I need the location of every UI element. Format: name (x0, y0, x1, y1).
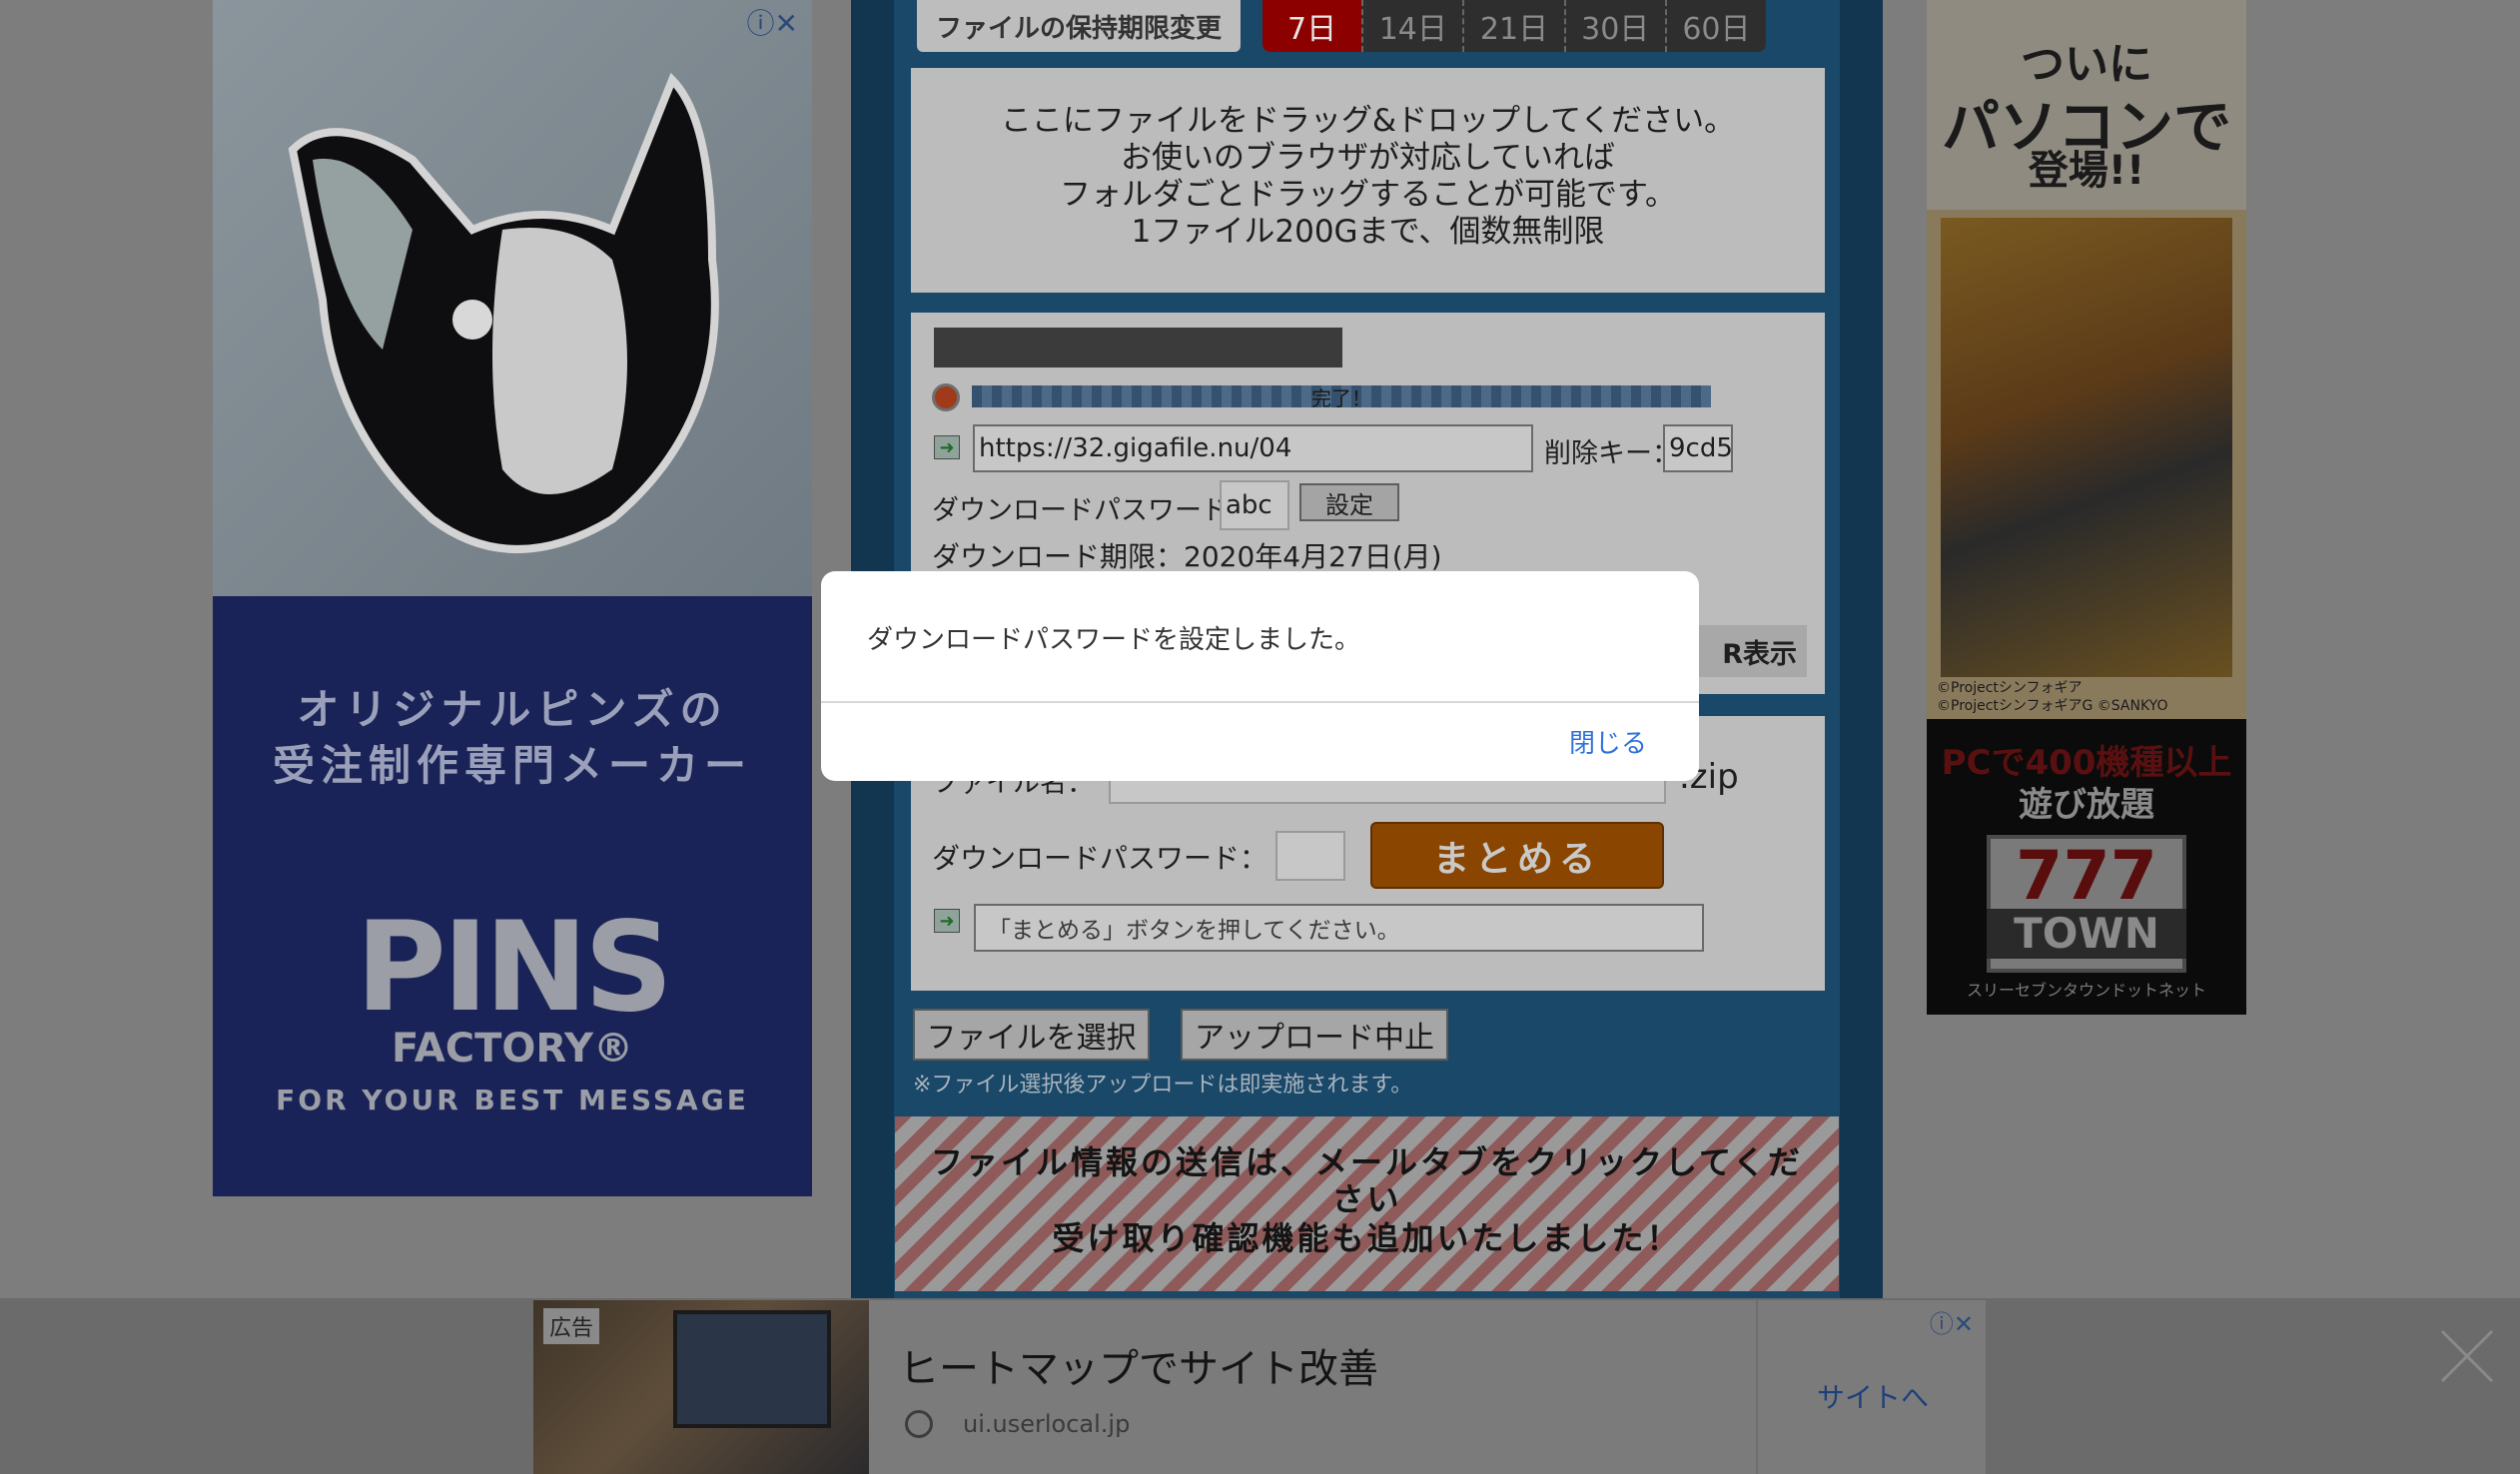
drop-line-1: ここにファイルをドラッグ&ドロップしてください。 (1000, 103, 1736, 139)
drop-zone-instructions: ここにファイルをドラッグ&ドロップしてください。 お使いのブラウザが対応していれ… (911, 103, 1825, 251)
bulldog-pin-illustration (213, 0, 812, 596)
abort-upload-button[interactable]: アップロード中止 (1181, 1009, 1448, 1061)
ad-cta-link[interactable]: サイトへ (1758, 1376, 1988, 1416)
left-ad-banner[interactable]: オリジナルピンズの 受注制作専門メーカー PINS FACTORY® FOR Y… (213, 596, 812, 1196)
set-password-button[interactable]: 設定 (1299, 483, 1399, 521)
ad-info-close-icon[interactable]: ⓘ✕ (1930, 1304, 1974, 1339)
download-url-field[interactable]: https://32.gigafile.nu/04 (973, 424, 1533, 472)
retention-days-selector: 7日 14日 21日 30日 60日 (1262, 0, 1766, 52)
right-ad-copyright-2: ©ProjectシンフォギアG ©SANKYO (1937, 698, 2168, 714)
ad-domain: ui.userlocal.jp (963, 1410, 1131, 1438)
day-option-60[interactable]: 60日 (1664, 0, 1766, 52)
right-ad-play-line: 遊び放題 (2019, 785, 2154, 825)
left-ad-image[interactable]: ⓘ✕ (213, 0, 812, 596)
right-ad-copyright-1: ©Projectシンフォギア (1937, 680, 2083, 696)
notice-line-1: ファイル情報の送信は、メールタブをクリックしてくだ (930, 1143, 1804, 1181)
ad-title: ヒートマップでサイト改善 (899, 1346, 1378, 1392)
day-option-14[interactable]: 14日 (1361, 0, 1463, 52)
drop-line-4: 1ファイル200Gまで、個数無制限 (1131, 214, 1605, 250)
close-bottom-ad-icon[interactable] (2437, 1326, 2497, 1386)
dl-password-field[interactable]: abc (1220, 480, 1289, 530)
ad-badge: 広告 (543, 1308, 600, 1344)
777town-sub: スリーセブンタウンドットネット (1966, 981, 2206, 1000)
day-option-7[interactable]: 7日 (1262, 0, 1362, 52)
bottom-ad[interactable]: 広告 ヒートマップでサイト改善 ui.userlocal.jp サイトへ ⓘ✕ (533, 1300, 1986, 1474)
file-name-redacted (934, 328, 1342, 368)
alert-dialog: ダウンロードパスワードを設定しました。 閉じる (821, 571, 1699, 781)
777town-word: TOWN (1987, 909, 2186, 959)
day-option-30[interactable]: 30日 (1563, 0, 1665, 52)
merge-password-label: ダウンロードパスワード： (932, 842, 1268, 875)
mail-tab-notice: ファイル情報の送信は、メールタブをクリックしてくだ さい 受け取り確認機能も追加… (895, 1116, 1839, 1291)
qr-display-button[interactable]: R表示 (1691, 625, 1807, 677)
drop-line-3: フォルダごとドラッグすることが可能です。 (1060, 177, 1676, 213)
alert-message: ダウンロードパスワードを設定しました。 (867, 625, 1361, 655)
merge-password-field[interactable] (1275, 831, 1345, 881)
select-file-button[interactable]: ファイルを選択 (913, 1009, 1150, 1061)
ad-brand-logo: PINS (355, 896, 673, 1040)
ad-tagline-1: オリジナルピンズの (297, 685, 728, 734)
laptop-screen (673, 1310, 831, 1428)
stop-icon[interactable] (932, 383, 960, 411)
notice-line-3: 受け取り確認機能も追加いたしました！ (1052, 1219, 1682, 1257)
merge-status-field: 「まとめる」ボタンを押してください。 (974, 904, 1704, 952)
download-link-icon: ➜ (934, 435, 960, 459)
alert-divider (821, 701, 1699, 703)
delete-key-field[interactable]: 9cd5 (1663, 424, 1733, 472)
day-option-21[interactable]: 21日 (1462, 0, 1564, 52)
upload-note: ※ファイル選択後アップロードは即実施されます。 (913, 1073, 1413, 1098)
drop-line-2: お使いのブラウザが対応していれば (1120, 140, 1616, 176)
globe-icon (905, 1410, 933, 1438)
delete-key-label: 削除キー： (1544, 438, 1679, 469)
ad-close-icon[interactable]: ⓘ✕ (747, 2, 798, 42)
777town-number: 777 (2016, 837, 2157, 916)
drop-zone[interactable]: ここにファイルをドラッグ&ドロップしてください。 お使いのブラウザが対応していれ… (911, 68, 1825, 293)
ad-tagline-2: 受注制作専門メーカー (272, 741, 752, 790)
right-ad-banner[interactable]: ついに パソコンで 登場!! ©Projectシンフォギア ©Projectシン… (1927, 0, 2246, 1015)
progress-label: 完了！ (1311, 386, 1371, 410)
ad-brand-sub: FACTORY® (392, 1026, 633, 1072)
dl-password-label: ダウンロードパスワード： (932, 495, 1256, 526)
ad-slogan: FOR YOUR BEST MESSAGE (276, 1084, 749, 1116)
notice-line-2: さい (1331, 1180, 1402, 1218)
alert-close-button[interactable]: 閉じる (1569, 723, 1647, 760)
retention-change-tab[interactable]: ファイルの保持期限変更 (917, 0, 1241, 52)
merge-status-icon: ➜ (934, 909, 960, 933)
merge-button[interactable]: まとめる (1370, 822, 1664, 889)
pachinko-machine-image (1941, 218, 2232, 677)
right-ad-headline-3: 登場!! (2028, 148, 2145, 194)
dl-deadline: ダウンロード期限：2020年4月27日(月) (932, 540, 1442, 573)
